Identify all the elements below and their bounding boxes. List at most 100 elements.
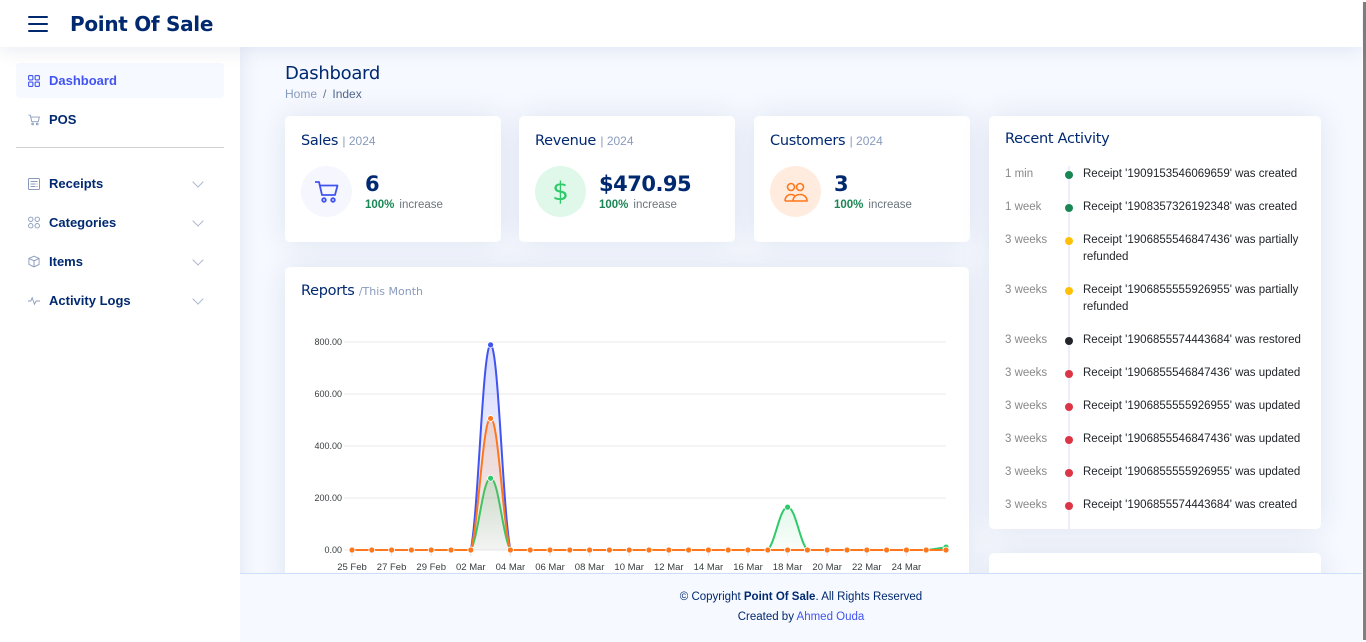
sidebar-item-label: POS [49,112,77,127]
activity-item: 3 weeks Receipt '1906855546847436' was pa… [1005,232,1305,282]
series-line-1 [352,343,946,551]
data-point [625,546,633,554]
data-point [784,503,792,511]
status-dot-icon [1065,469,1073,477]
timeline-line [1063,398,1079,431]
reports-chart[interactable]: 0.00 200.00 400.00 600.00 800.00 25 Feb 27 Feb… [285,322,969,573]
data-point [467,546,475,554]
card-title-text: Customers [770,133,846,149]
y-tick-label: 200.00 [314,493,342,503]
series-line-3 [352,417,946,551]
activity-time: 3 weeks [1005,466,1048,478]
data-point [388,546,395,554]
chevron-down-icon[interactable] [192,253,204,266]
y-tick-label: 0.00 [324,545,342,555]
sidebar: Dashboard POS Receipts Categories Items … [0,47,240,642]
app-logo[interactable]: Point Of Sale [70,12,213,36]
page-scrollbar[interactable] [1362,0,1366,642]
timeline-line [1063,282,1079,332]
revenue-card: Revenue | 2024 $ $470.95 100% increase [519,116,735,242]
x-tick-label: 27 Feb [377,562,407,573]
data-point [843,546,851,554]
activity-time: 3 weeks [1005,234,1048,246]
footer-credit: Created by Ahmed Ouda [240,611,1362,623]
sales-icon-circle [301,166,352,217]
activity-time: 3 weeks [1005,499,1048,511]
activity-item: 3 weeks Receipt '1906855574443684' was re… [1005,332,1305,365]
data-point [348,546,356,554]
x-tick-label: 12 Mar [654,562,684,573]
sidebar-item-dashboard[interactable]: Dashboard [16,63,224,98]
circles-icon [28,216,40,229]
menu-toggle-icon[interactable] [28,15,48,32]
card-title: Customers | 2024 [770,133,954,149]
breadcrumb: Home / Index [285,87,1317,101]
cart-icon [28,114,40,126]
data-point [685,546,693,554]
activity-item: 3 weeks Receipt '1906855546847436' was up… [1005,365,1305,398]
reports-title-text: Reports [301,283,355,299]
sidebar-item-items[interactable]: Items [16,244,224,279]
sales-change: 100% increase [365,199,443,211]
x-tick-label: 04 Mar [496,562,526,573]
sidebar-item-activity-logs[interactable]: Activity Logs [16,283,224,318]
footer: © Copyright Point Of Sale. All Rights Re… [240,573,1362,642]
activity-item: 1 min Receipt '1909153546069659' was crea… [1005,166,1305,199]
timeline-line [1063,365,1079,398]
data-point [863,546,871,554]
change-label: increase [633,199,677,211]
data-point [487,415,495,422]
customers-card: Customers | 2024 3 100% increase [754,116,970,242]
data-point [744,546,752,554]
sidebar-item-pos[interactable]: POS [16,102,224,137]
dollar-icon: $ [552,176,569,207]
data-point [645,546,653,554]
x-tick-label: 02 Mar [456,562,486,573]
card-title-text: Sales [301,133,339,149]
activity-text: Receipt '1906855574443684' was restored [1083,334,1301,346]
x-tick-label: 18 Mar [773,562,803,573]
copyright-suffix: . All Rights Reserved [815,591,923,603]
data-point [447,546,455,554]
timeline-line [1063,464,1079,497]
timeline-line [1063,199,1079,232]
x-tick-label: 14 Mar [694,562,724,573]
data-point [764,546,772,554]
sidebar-item-receipts[interactable]: Receipts [16,166,224,201]
customers-change: 100% increase [834,199,912,211]
change-percent: 100% [365,199,395,211]
timeline-line [1063,232,1079,282]
change-label: increase [399,199,443,211]
data-point [665,546,673,554]
x-tick-label: 24 Mar [892,562,922,573]
data-point [704,546,712,554]
status-dot-icon [1065,370,1073,378]
chevron-down-icon[interactable] [192,175,204,188]
status-dot-icon [1065,436,1073,444]
activity-time: 3 weeks [1005,400,1048,412]
main-content: Dashboard Home / Index Sales | 2024 6 100%… [240,47,1362,573]
data-point [427,546,435,554]
status-dot-icon [1065,502,1073,510]
sidebar-divider [16,147,224,148]
activity-list: 1 min Receipt '1909153546069659' was crea… [1005,166,1305,530]
data-point [883,546,890,554]
revenue-value: $470.95 [599,172,692,196]
secondary-card: ••• [989,553,1321,573]
chevron-down-icon[interactable] [192,292,204,305]
breadcrumb-home[interactable]: Home [285,87,317,101]
author-link[interactable]: Ahmed Ouda [797,611,865,623]
activity-icon [28,295,40,307]
activity-item: 3 weeks Receipt '1906855555926955' was up… [1005,464,1305,497]
sidebar-item-categories[interactable]: Categories [16,205,224,240]
series-area-3 [352,418,946,550]
chevron-down-icon[interactable] [192,214,204,227]
card-period: | 2024 [342,134,376,148]
activity-time: 3 weeks [1005,284,1048,296]
sidebar-item-label: Categories [49,215,117,230]
activity-title: Recent Activity [1005,131,1110,147]
copyright-prefix: © Copyright [679,591,744,603]
sales-card: Sales | 2024 6 100% increase [285,116,501,242]
sidebar-item-label: Receipts [49,176,104,191]
timeline-line [1063,166,1079,199]
